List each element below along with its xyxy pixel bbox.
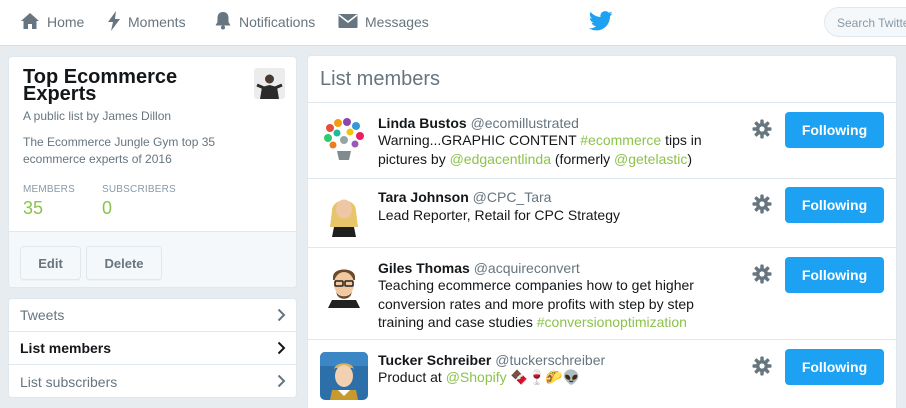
hashtag-link[interactable]: #conversionoptimization bbox=[537, 314, 687, 330]
envelope-icon bbox=[338, 13, 358, 32]
members-label: MEMBERS bbox=[23, 184, 75, 195]
nav-notifications-label: Notifications bbox=[239, 14, 316, 30]
member-handle[interactable]: @CPC_Tara bbox=[473, 189, 552, 205]
following-button[interactable]: Following bbox=[785, 187, 884, 223]
bio-text: (formerly bbox=[551, 150, 614, 167]
list-actions: Edit Delete bbox=[9, 231, 296, 287]
following-button[interactable]: Following bbox=[785, 349, 884, 385]
member-handle[interactable]: @acquireconvert bbox=[474, 260, 580, 276]
chevron-right-icon bbox=[277, 308, 286, 325]
search-input[interactable]: Search Twitter bbox=[824, 7, 906, 37]
list-side-navigation: Tweets List members List subscribers bbox=[8, 298, 297, 398]
bio-text: Warning...GRAPHIC CONTENT bbox=[378, 132, 581, 148]
member-name-line[interactable]: Tara Johnson @CPC_Tara bbox=[378, 189, 551, 205]
member-name-line[interactable]: Giles Thomas @acquireconvert bbox=[378, 260, 580, 276]
member-bio: Warning...GRAPHIC CONTENT #ecommerce tip… bbox=[378, 131, 728, 168]
member-name[interactable]: Tucker Schreiber bbox=[378, 352, 491, 368]
list-members-panel: List members Linda Bustos @ecomillustrat… bbox=[307, 55, 897, 408]
avatar[interactable] bbox=[320, 189, 368, 237]
subscribers-label: SUBSCRIBERS bbox=[102, 184, 176, 195]
member-name-line[interactable]: Tucker Schreiber @tuckerschreiber bbox=[378, 352, 605, 368]
member-bio: Product at @Shopify 🍫🍷🌮👽 bbox=[378, 368, 728, 387]
list-description: The Ecommerce Jungle Gym top 35 ecommerc… bbox=[23, 135, 216, 166]
mention-link[interactable]: @edgacentlinda bbox=[450, 151, 551, 167]
member-bio: Teaching ecommerce companies how to get … bbox=[378, 276, 728, 332]
sidebar-item-list-subscribers[interactable]: List subscribers bbox=[9, 365, 296, 397]
bell-icon bbox=[214, 11, 232, 33]
member-handle[interactable]: @tuckerschreiber bbox=[495, 352, 605, 368]
bio-text: ) bbox=[687, 150, 693, 167]
nav-messages[interactable]: Messages bbox=[338, 0, 429, 44]
twitter-bird-icon[interactable] bbox=[588, 11, 613, 36]
delete-button[interactable]: Delete bbox=[86, 246, 162, 280]
chevron-right-icon bbox=[277, 374, 286, 391]
nav-notifications[interactable]: Notifications bbox=[214, 0, 315, 44]
gear-icon[interactable] bbox=[752, 264, 772, 289]
member-name[interactable]: Linda Bustos bbox=[378, 115, 467, 131]
sidebar-item-label: List subscribers bbox=[20, 373, 118, 390]
nav-messages-label: Messages bbox=[365, 14, 429, 30]
sidebar-item-label: Tweets bbox=[20, 307, 65, 323]
owner-avatar[interactable] bbox=[254, 68, 285, 99]
member-row: Giles Thomas @acquireconvert Teaching ec… bbox=[308, 248, 896, 340]
page-title: List members bbox=[320, 68, 441, 90]
gear-icon[interactable] bbox=[752, 119, 772, 144]
hashtag-link[interactable]: #ecommerce bbox=[580, 132, 661, 148]
lightning-icon bbox=[107, 10, 121, 34]
subscribers-count[interactable]: 0 bbox=[102, 198, 112, 219]
chevron-right-icon bbox=[277, 341, 286, 358]
top-navigation: Home Moments Notifications Messages Sear… bbox=[0, 0, 906, 46]
nav-moments-label: Moments bbox=[128, 14, 186, 30]
mention-link[interactable]: @Shopify bbox=[446, 369, 507, 385]
bio-text: Lead Reporter, Retail for CPC Strategy bbox=[378, 207, 621, 223]
avatar[interactable] bbox=[320, 260, 368, 308]
member-row: Tara Johnson @CPC_Tara Lead Reporter, Re… bbox=[308, 179, 896, 248]
member-name[interactable]: Giles Thomas bbox=[378, 260, 470, 276]
edit-button[interactable]: Edit bbox=[20, 246, 81, 280]
member-name[interactable]: Tara Johnson bbox=[378, 189, 469, 205]
home-icon bbox=[20, 12, 40, 33]
gear-icon[interactable] bbox=[752, 194, 772, 219]
member-name-line[interactable]: Linda Bustos @ecomillustrated bbox=[378, 115, 579, 131]
list-owner: A public list by James Dillon bbox=[23, 109, 172, 123]
nav-home[interactable]: Home bbox=[20, 0, 84, 44]
nav-moments[interactable]: Moments bbox=[107, 0, 186, 44]
emoji-text: 🍫🍷🌮👽 bbox=[510, 369, 581, 385]
bio-text: Product at bbox=[378, 369, 446, 385]
avatar[interactable] bbox=[320, 352, 368, 400]
member-row: Tucker Schreiber @tuckerschreiber Produc… bbox=[308, 340, 896, 408]
sidebar-item-list-members[interactable]: List members bbox=[9, 332, 296, 365]
sidebar-item-tweets[interactable]: Tweets bbox=[9, 299, 296, 332]
sidebar-item-label: List members bbox=[20, 340, 112, 356]
panel-header: List members bbox=[308, 56, 896, 103]
members-count[interactable]: 35 bbox=[23, 198, 43, 219]
mention-link[interactable]: @getelastic bbox=[614, 151, 687, 167]
member-row: Linda Bustos @ecomillustrated Warning...… bbox=[308, 103, 896, 179]
member-bio: Lead Reporter, Retail for CPC Strategy bbox=[378, 206, 728, 225]
following-button[interactable]: Following bbox=[785, 257, 884, 293]
avatar[interactable] bbox=[320, 115, 368, 163]
nav-home-label: Home bbox=[47, 14, 85, 30]
list-title: Top Ecommerce Experts bbox=[23, 66, 178, 105]
member-handle[interactable]: @ecomillustrated bbox=[471, 115, 579, 131]
list-profile-card: Top Ecommerce Experts A public list by J… bbox=[8, 56, 297, 288]
gear-icon[interactable] bbox=[752, 356, 772, 381]
following-button[interactable]: Following bbox=[785, 112, 884, 148]
